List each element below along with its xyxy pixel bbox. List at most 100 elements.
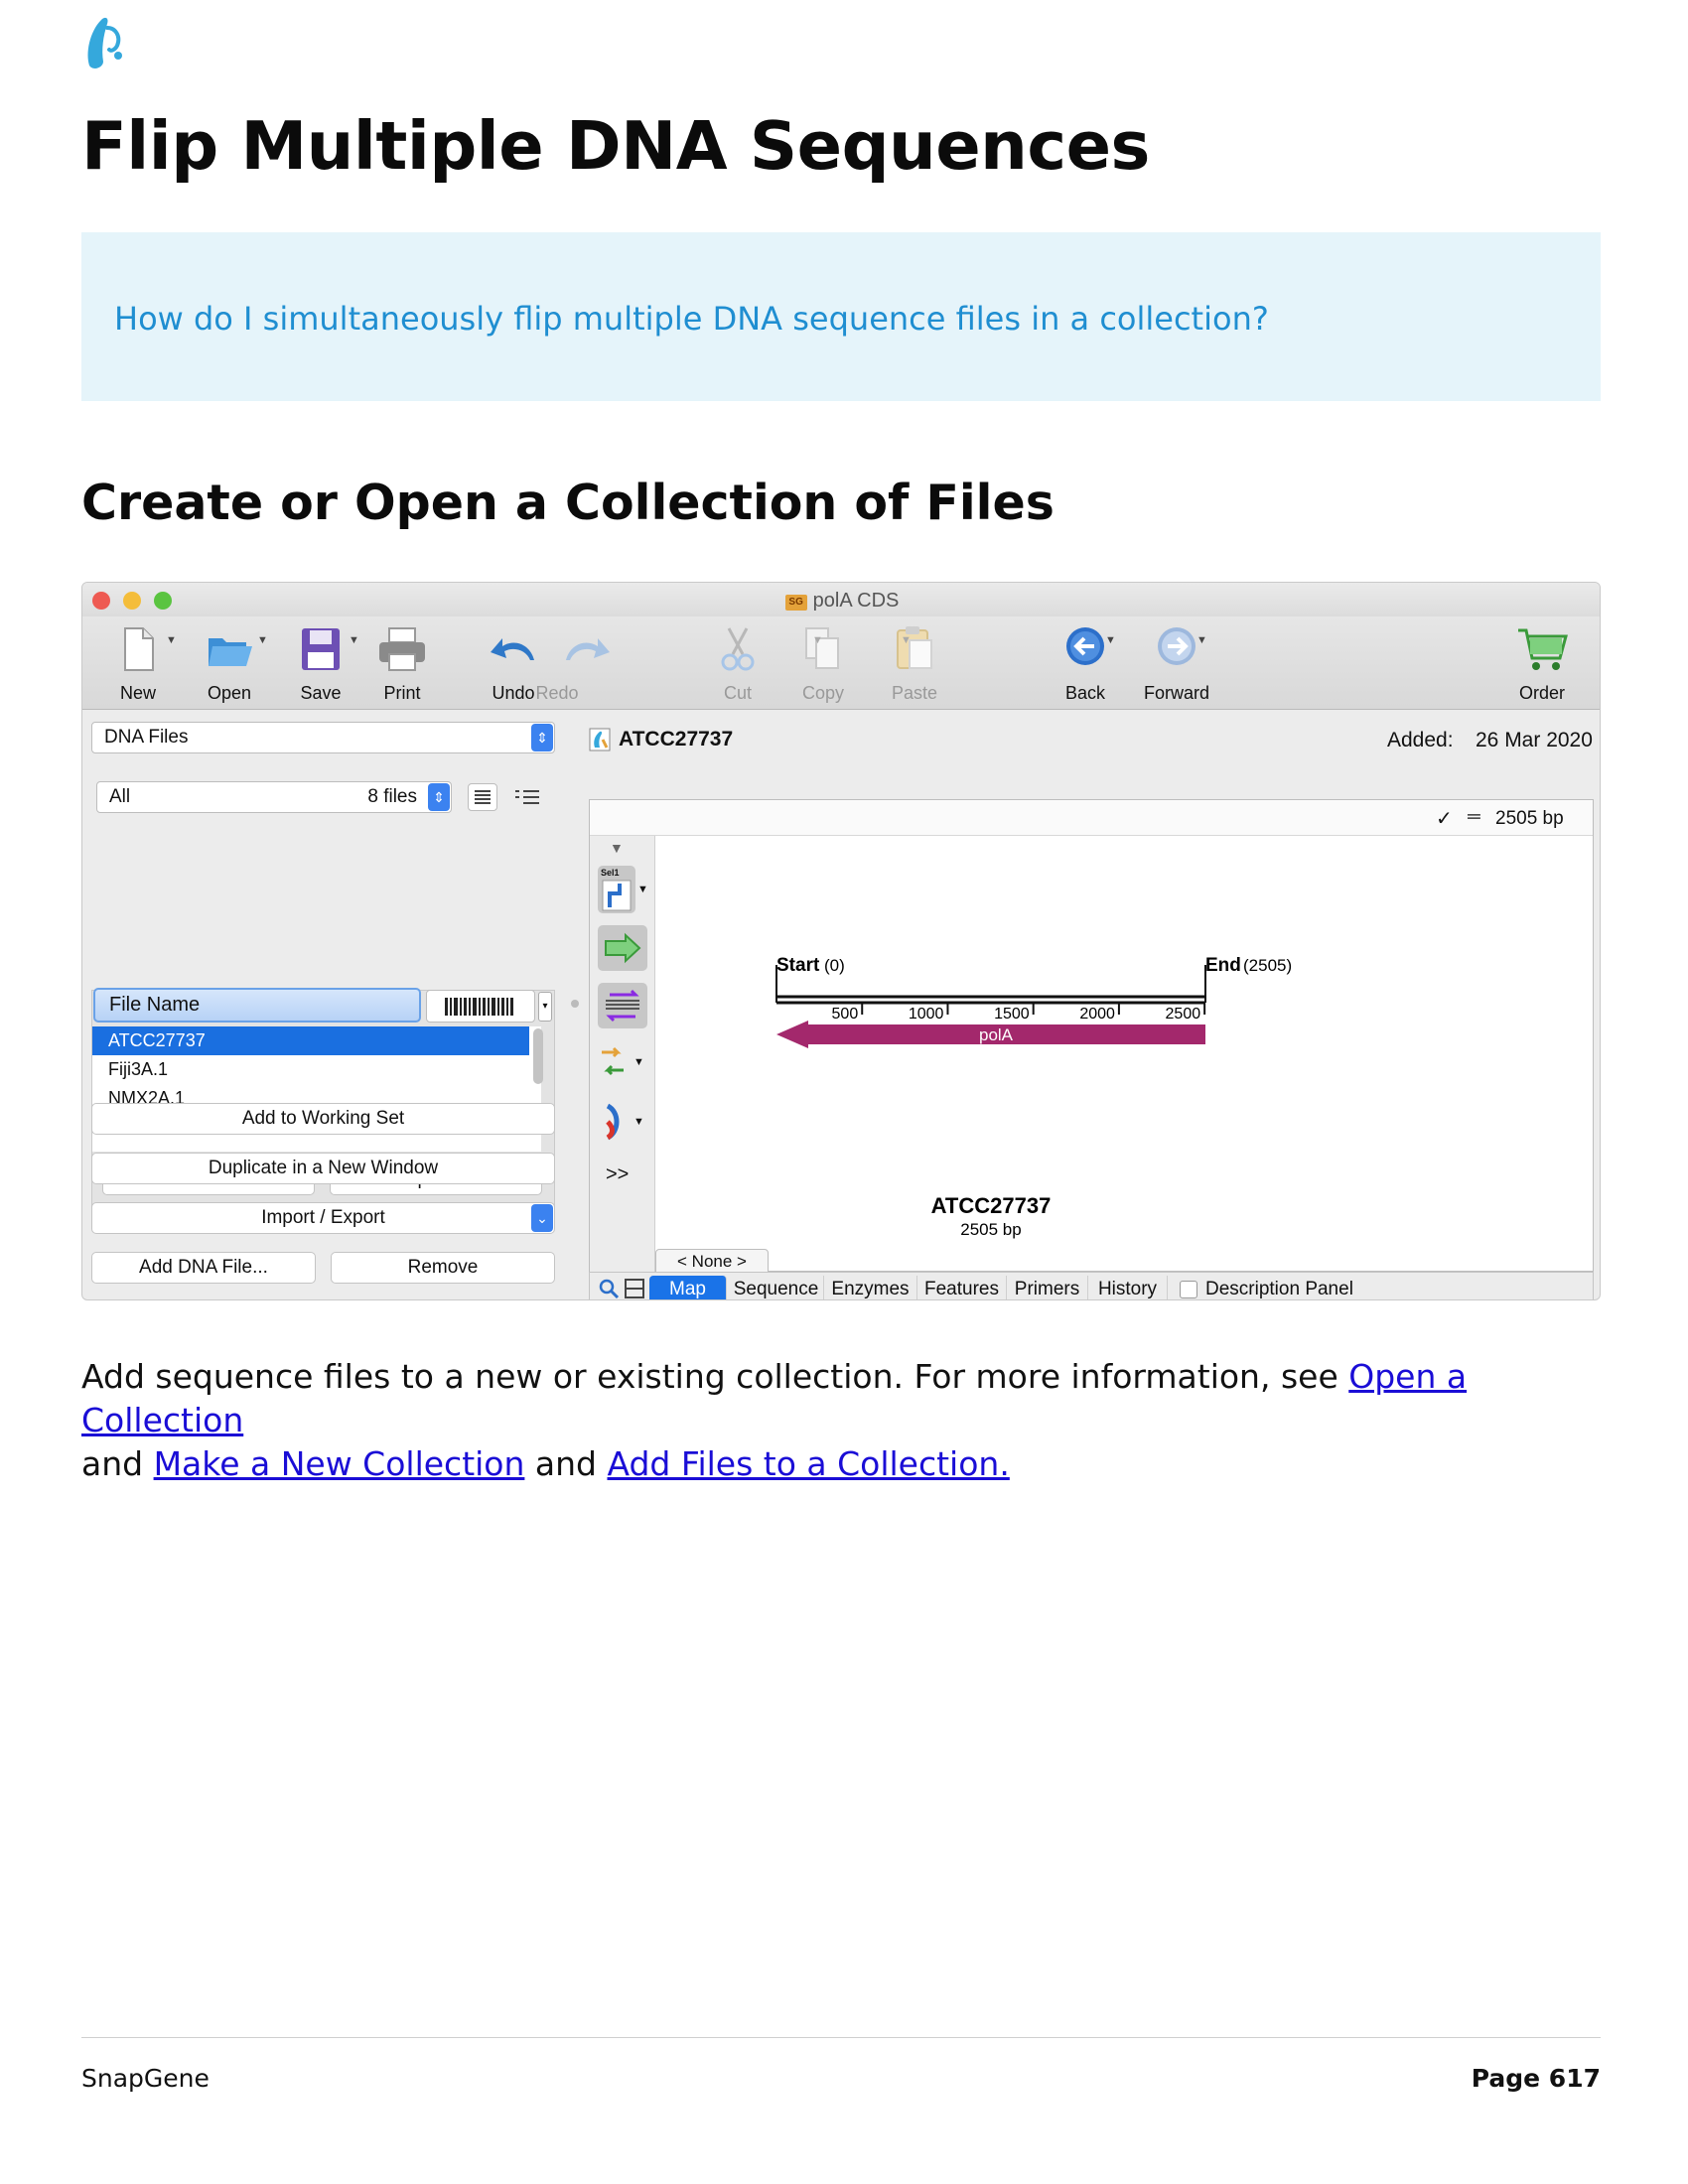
cut-button[interactable]: Cut	[698, 624, 777, 704]
redo-button[interactable]: Redo	[535, 624, 627, 704]
tab-enzymes[interactable]: Enzymes	[824, 1276, 917, 1299]
tab-map[interactable]: Map	[649, 1276, 727, 1299]
sequence-name: ATCC27737	[619, 728, 734, 751]
window-title-text: polA CDS	[812, 590, 900, 612]
main-toolbar: New ▼ Open ▼ Save ▼ Print Undo Redo Cut …	[82, 616, 1600, 710]
sidebar-collapse-icon[interactable]: ▼	[610, 840, 624, 856]
split-view-icon[interactable]	[624, 1278, 645, 1299]
list-view-button[interactable]	[468, 783, 497, 811]
orf-arrows-icon[interactable]	[598, 1044, 628, 1080]
outline-view-button[interactable]	[511, 783, 543, 811]
clipboard-icon	[897, 626, 932, 669]
tab-primers[interactable]: Primers	[1007, 1276, 1088, 1299]
ruler-tick-label: 1000	[909, 1006, 944, 1023]
sequence-header: ATCC27737 Added: 26 Mar 2020	[589, 726, 1594, 755]
paste-button[interactable]: Paste	[875, 624, 954, 704]
body-text-and: and	[81, 1444, 154, 1483]
duplicate-window-button[interactable]: Duplicate in a New Window	[91, 1153, 555, 1184]
collection-type-select[interactable]: DNA Files ⇕	[91, 722, 555, 753]
start-value: (0)	[824, 956, 845, 975]
description-panel-checkbox[interactable]	[1180, 1281, 1197, 1298]
file-count: 8 files	[367, 786, 417, 807]
order-button[interactable]: Order	[1502, 624, 1582, 704]
barcode-icon	[445, 998, 513, 1016]
order-label: Order	[1518, 683, 1565, 703]
folder-icon	[209, 638, 252, 666]
map-sidebar: ▼ Sel1 ▼ ▼ ▼ >>	[590, 836, 655, 1273]
ruler-tick-label: 2500	[1166, 1006, 1201, 1023]
file-filter-select[interactable]: All 8 files ⇕	[96, 781, 452, 813]
save-label: Save	[300, 683, 342, 703]
import-export-button[interactable]: Import / Export ⌄	[91, 1202, 555, 1234]
question-callout: How do I simultaneously flip multiple DN…	[81, 232, 1601, 401]
forward-arrow-icon	[1158, 627, 1196, 665]
feature-label: polA	[979, 1025, 1014, 1044]
file-type-icon: SG	[784, 595, 807, 611]
outline-view-icon	[515, 790, 539, 804]
floppy-disk-icon	[302, 628, 340, 670]
window-titlebar: SG polA CDS	[82, 583, 1600, 616]
column-menu-button[interactable]: ▾	[538, 992, 552, 1022]
translation-icon[interactable]	[602, 1102, 626, 1142]
copy-dropdown-caret[interactable]: ▼	[812, 634, 823, 646]
print-button[interactable]: Print	[362, 624, 442, 704]
add-dna-file-button[interactable]: Add DNA File...	[91, 1252, 316, 1284]
new-label: New	[119, 683, 156, 703]
enzyme-dropdown-caret[interactable]: ▼	[637, 884, 648, 895]
back-label: Back	[1064, 683, 1106, 703]
back-dropdown-caret[interactable]: ▼	[1105, 634, 1116, 646]
features-toggle-button[interactable]	[598, 925, 647, 971]
ruler-tick-label: 1500	[994, 1006, 1030, 1023]
map-canvas: ✓ ═ 2505 bp ▼ Sel1 ▼ ▼ ▼ >> 500 1000 150…	[589, 799, 1594, 1273]
ruler-tick-label: 500	[832, 1006, 859, 1023]
tab-sequence[interactable]: Sequence	[729, 1276, 824, 1299]
shopping-cart-icon	[1518, 628, 1568, 670]
ruler-tick-label: 2000	[1079, 1006, 1115, 1023]
added-label: Added:	[1387, 729, 1454, 751]
enzyme-set-button[interactable]: Sel1	[598, 866, 635, 913]
list-scrollbar[interactable]	[533, 1028, 543, 1084]
open-label: Open	[207, 683, 252, 703]
map-options-bar: ✓ ═ 2505 bp	[590, 800, 1593, 836]
orf-dropdown-caret[interactable]: ▼	[633, 1056, 644, 1068]
search-icon[interactable]	[598, 1278, 620, 1299]
import-export-label: Import / Export	[261, 1207, 385, 1228]
list-item-selected[interactable]: ATCC27737	[92, 1026, 529, 1055]
tab-history[interactable]: History	[1088, 1276, 1168, 1299]
section-heading: Create or Open a Collection of Files	[81, 475, 1055, 531]
body-text-part: Add sequence files to a new or existing …	[81, 1357, 1349, 1396]
body-text-part: and	[524, 1444, 608, 1483]
open-dropdown-caret[interactable]: ▼	[257, 634, 268, 646]
page-title: Flip Multiple DNA Sequences	[81, 107, 1150, 185]
file-name-column-header[interactable]: File Name	[93, 988, 421, 1023]
remove-button[interactable]: Remove	[331, 1252, 555, 1284]
paste-dropdown-caret[interactable]: ▼	[901, 634, 912, 646]
make-new-collection-link[interactable]: Make a New Collection	[154, 1444, 525, 1483]
footer-page-number: Page 617	[1471, 2064, 1601, 2093]
window-title: SG polA CDS	[82, 590, 1600, 613]
list-item[interactable]: Fiji3A.1	[92, 1055, 529, 1084]
map-title: ATCC27737	[931, 1193, 1052, 1218]
barcode-column-header[interactable]	[426, 990, 535, 1023]
primers-toggle-button[interactable]	[598, 983, 647, 1028]
green-arrow-icon	[605, 932, 641, 964]
check-icon[interactable]: ✓	[1436, 806, 1453, 831]
save-dropdown-caret[interactable]: ▼	[349, 634, 359, 646]
filter-value: All	[109, 786, 131, 807]
add-files-link[interactable]: Add Files to a Collection.	[607, 1444, 1009, 1483]
tab-features[interactable]: Features	[917, 1276, 1007, 1299]
enzyme-set-tab[interactable]: < None >	[655, 1249, 769, 1273]
length-display: 2505 bp	[1495, 808, 1564, 829]
split-handle[interactable]	[571, 1000, 579, 1008]
forward-label: Forward	[1143, 683, 1209, 703]
copy-button[interactable]: Copy	[783, 624, 863, 704]
select-stepper-icon: ⇕	[531, 724, 553, 751]
add-to-working-set-button[interactable]: Add to Working Set	[91, 1103, 555, 1135]
translation-dropdown-caret[interactable]: ▼	[633, 1116, 644, 1128]
more-tools-button[interactable]: >>	[606, 1163, 629, 1186]
snapgene-logo	[87, 17, 122, 68]
collection-type-value: DNA Files	[104, 727, 189, 748]
forward-dropdown-caret[interactable]: ▼	[1196, 634, 1207, 646]
added-date: 26 Mar 2020	[1476, 729, 1593, 751]
new-dropdown-caret[interactable]: ▼	[166, 634, 177, 646]
